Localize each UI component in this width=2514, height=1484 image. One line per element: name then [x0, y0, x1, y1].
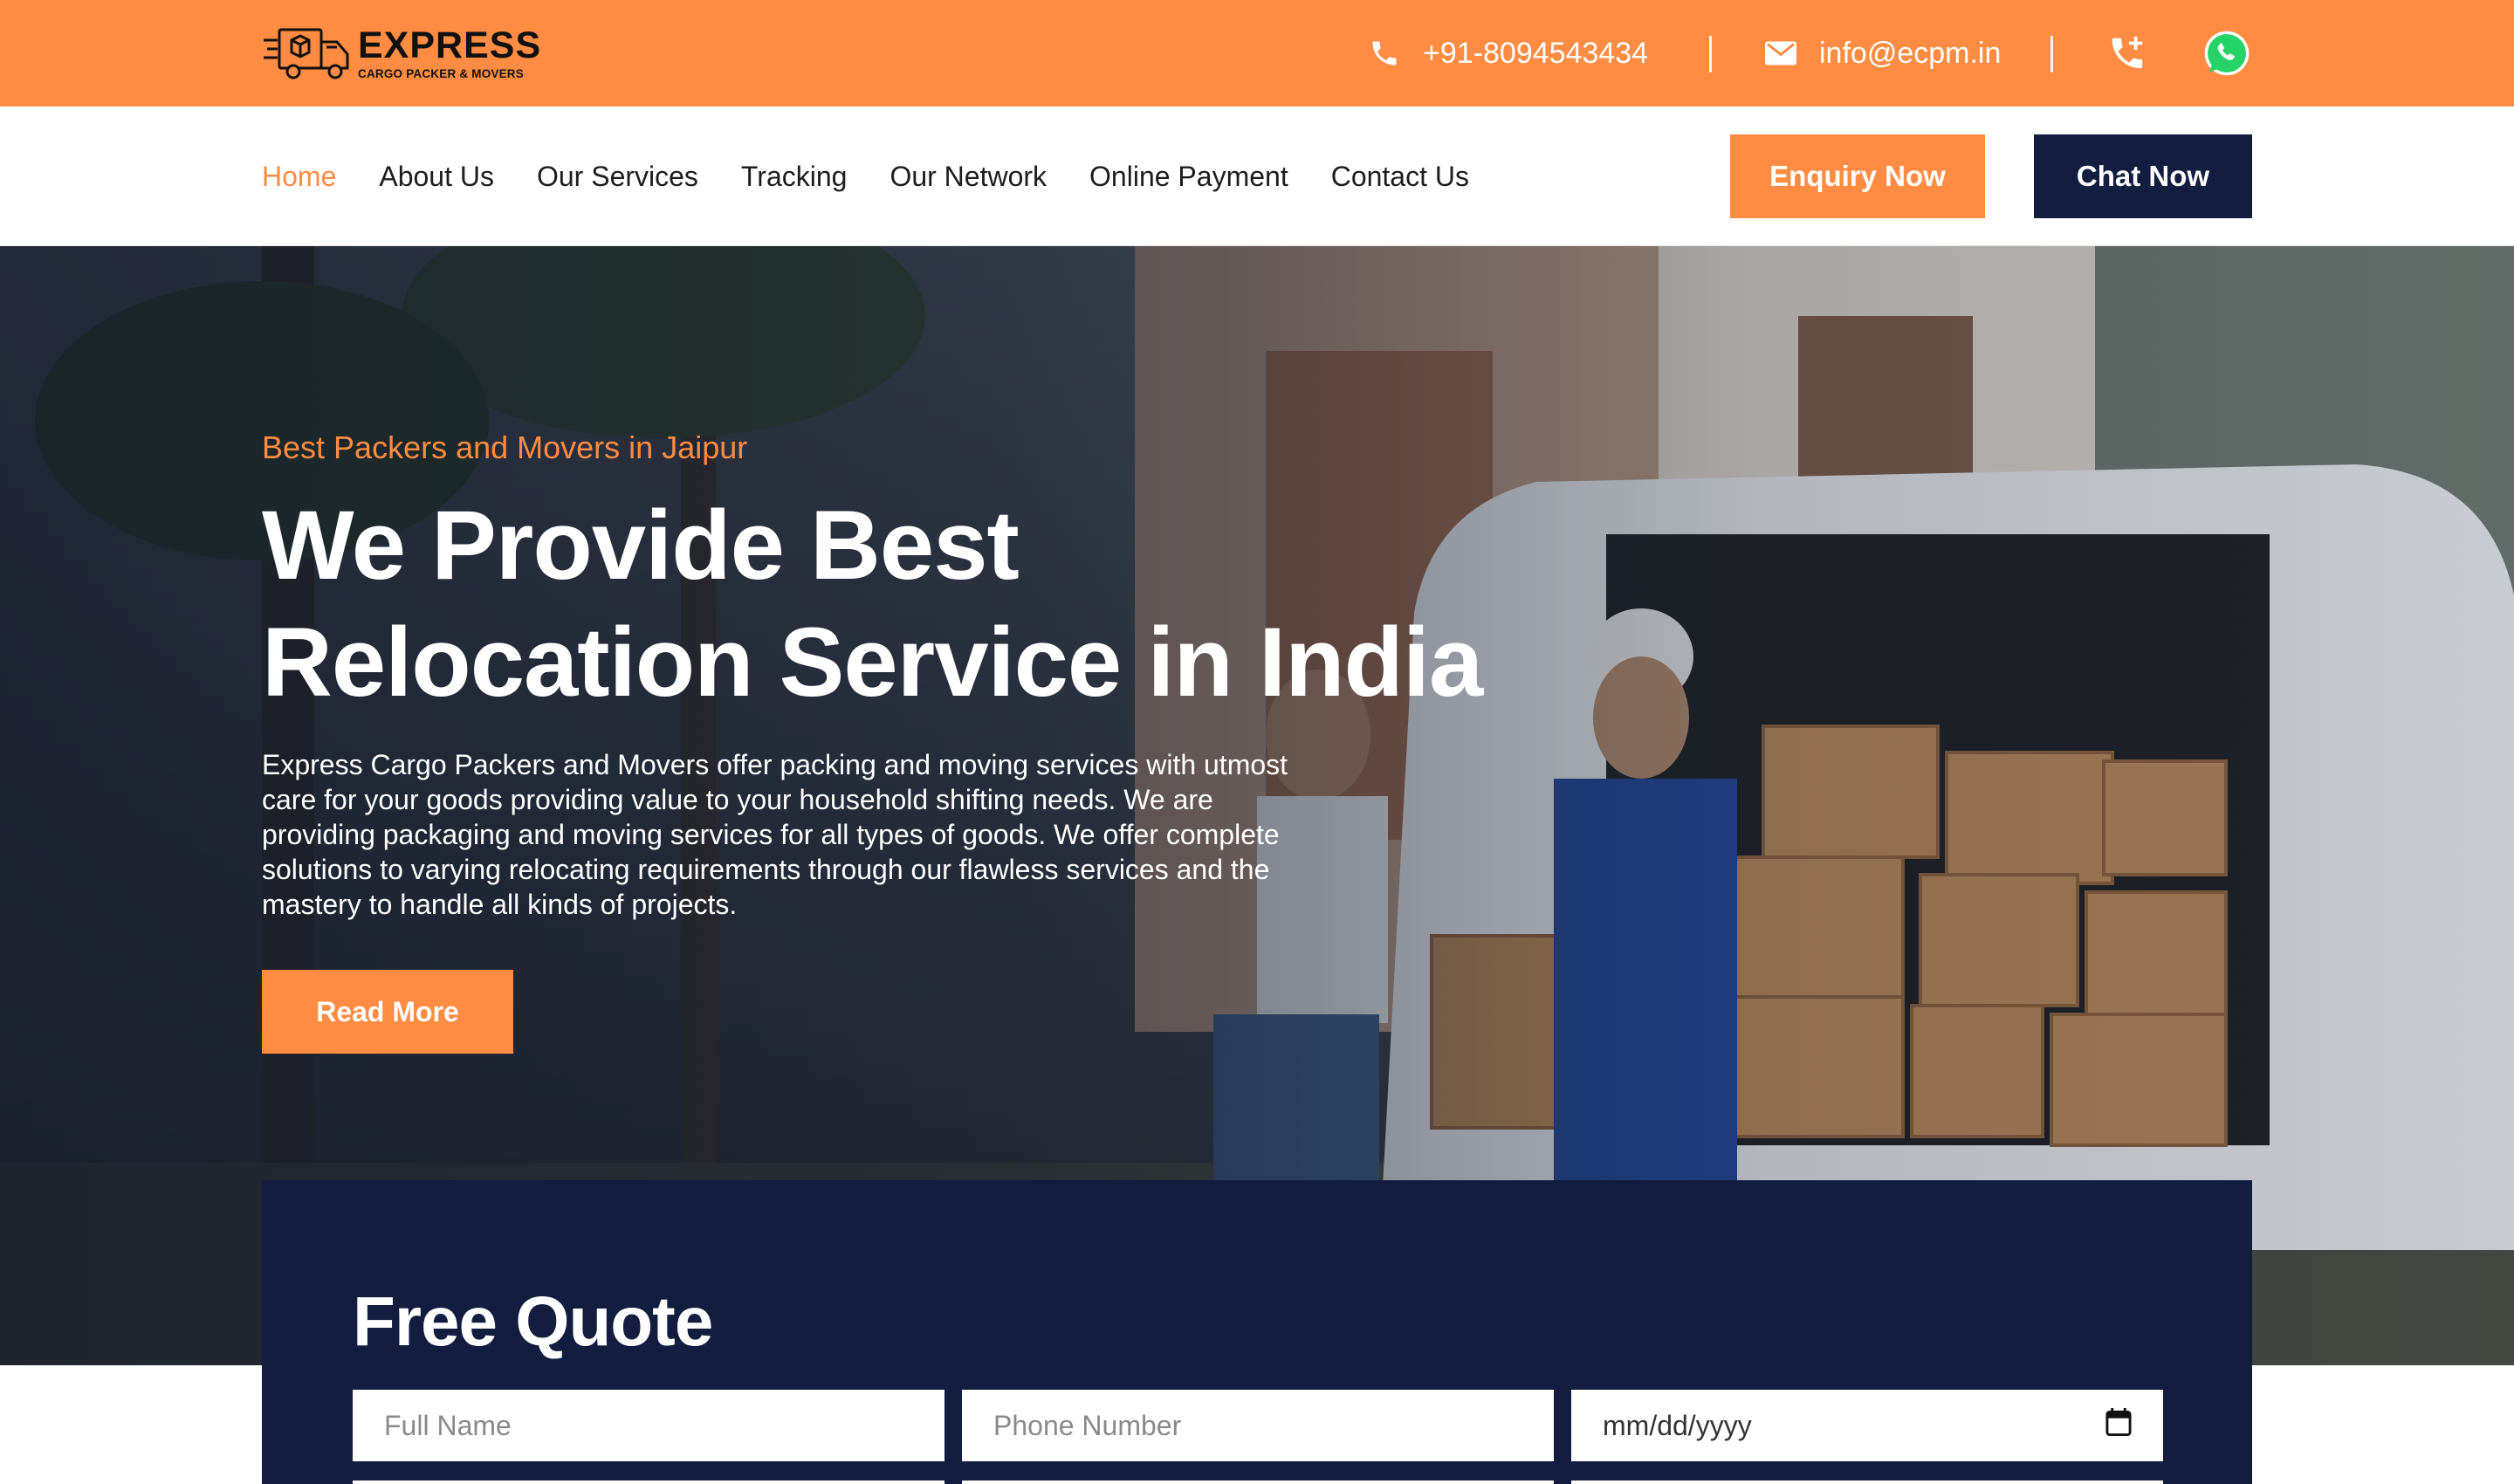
next-row-field[interactable]	[1571, 1481, 2163, 1484]
main-nav: Home About Us Our Services Tracking Our …	[262, 106, 1512, 246]
chat-now-button[interactable]: Chat Now	[2034, 134, 2252, 218]
mail-icon	[1765, 41, 1796, 65]
phone-icon	[1369, 38, 1400, 69]
free-quote-form: Free Quote mm/dd/yyyy	[262, 1180, 2252, 1484]
email-contact[interactable]: info@ecpm.in	[1765, 0, 2001, 106]
hero-headline: We Provide Best Relocation Service in In…	[262, 487, 1571, 721]
phone-contact[interactable]: +91-8094543434	[1369, 0, 1648, 106]
date-placeholder: mm/dd/yyyy	[1603, 1409, 1752, 1441]
read-more-button[interactable]: Read More	[262, 970, 513, 1054]
nav-item-online-payment[interactable]: Online Payment	[1089, 161, 1288, 193]
headline-line-2: Relocation Service in India	[262, 608, 1483, 717]
divider	[2050, 36, 2053, 72]
brand-name: EXPRESS	[358, 24, 542, 66]
quote-title: Free Quote	[353, 1282, 713, 1360]
hero-tagline: Best Packers and Movers in Jaipur	[262, 429, 748, 465]
date-input[interactable]: mm/dd/yyyy	[1571, 1390, 2163, 1461]
enquiry-now-button[interactable]: Enquiry Now	[1730, 134, 1985, 218]
nav-item-our-network[interactable]: Our Network	[890, 161, 1047, 193]
whatsapp-icon[interactable]	[2203, 0, 2250, 106]
phone-plus-icon[interactable]	[2107, 0, 2147, 106]
nav-item-our-services[interactable]: Our Services	[537, 161, 698, 193]
full-name-input[interactable]	[353, 1390, 944, 1461]
nav-item-about-us[interactable]: About Us	[379, 161, 494, 193]
nav-item-home[interactable]: Home	[262, 161, 336, 193]
hero-content: Best Packers and Movers in Jaipur We Pro…	[262, 429, 1571, 922]
hero-description: Express Cargo Packers and Movers offer p…	[262, 749, 1288, 920]
brand-subtitle: CARGO PACKER & MOVERS	[358, 66, 524, 80]
phone-number[interactable]: +91-8094543434	[1423, 37, 1648, 71]
calendar-icon[interactable]	[2105, 1408, 2132, 1443]
divider	[1709, 36, 1712, 72]
nav-item-tracking[interactable]: Tracking	[741, 161, 848, 193]
next-row-field[interactable]	[962, 1481, 1554, 1484]
brand-logo[interactable]: EXPRESS CARGO PACKER & MOVERS	[262, 24, 541, 82]
phone-number-input[interactable]	[962, 1390, 1554, 1461]
email-address[interactable]: info@ecpm.in	[1819, 37, 2001, 71]
top-bar: EXPRESS CARGO PACKER & MOVERS +91-809454…	[0, 0, 2514, 106]
next-row-field[interactable]	[353, 1481, 944, 1484]
headline-line-1: We Provide Best	[262, 491, 1020, 600]
truck-icon	[262, 24, 353, 82]
nav-item-contact-us[interactable]: Contact Us	[1331, 161, 1469, 193]
